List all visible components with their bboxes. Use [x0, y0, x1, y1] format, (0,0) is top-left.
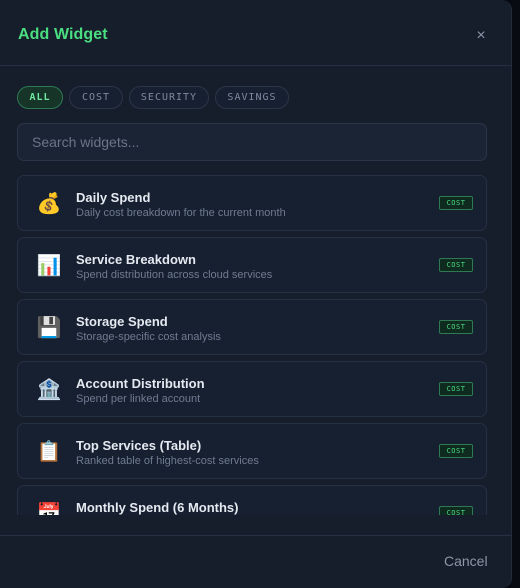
- widget-item-top-services[interactable]: 📋 Top Services (Table) Ranked table of h…: [17, 423, 487, 479]
- filter-chip-all[interactable]: ALL: [17, 86, 63, 109]
- widget-title: Monthly Spend (6 Months): [76, 500, 239, 515]
- cancel-button[interactable]: Cancel: [444, 553, 488, 569]
- clipboard-icon: 📋: [36, 441, 62, 463]
- widget-title: Service Breakdown: [76, 252, 196, 267]
- filter-chip-savings[interactable]: SAVINGS: [215, 86, 289, 109]
- calendar-icon: 📅: [36, 503, 62, 515]
- category-badge: COST: [439, 382, 473, 396]
- category-badge: COST: [439, 444, 473, 458]
- category-badge: COST: [439, 506, 473, 515]
- bank-icon: 🏦: [36, 379, 62, 401]
- dialog-header: Add Widget ×: [0, 0, 512, 66]
- floppy-disk-icon: 💾: [36, 317, 62, 339]
- money-bag-icon: 💰: [36, 193, 62, 215]
- dialog-footer: Cancel: [0, 535, 512, 588]
- widget-title: Daily Spend: [76, 190, 151, 205]
- widget-description: Ranked table of highest-cost services: [76, 455, 259, 467]
- widget-description: Spend distribution across cloud services: [76, 269, 273, 281]
- dialog-title: Add Widget: [18, 26, 108, 43]
- widget-title: Account Distribution: [76, 376, 205, 391]
- search-input[interactable]: [18, 124, 486, 160]
- bar-chart-icon: 📊: [36, 255, 62, 277]
- category-badge: COST: [439, 196, 473, 210]
- widget-item-account-distribution[interactable]: 🏦 Account Distribution Spend per linked …: [17, 361, 487, 417]
- filter-chip-cost[interactable]: COST: [69, 86, 123, 109]
- widget-item-storage-spend[interactable]: 💾 Storage Spend Storage-specific cost an…: [17, 299, 487, 355]
- widget-title: Top Services (Table): [76, 438, 202, 453]
- backdrop: [512, 0, 520, 588]
- search-box: [17, 123, 487, 161]
- widget-item-service-breakdown[interactable]: 📊 Service Breakdown Spend distribution a…: [17, 237, 487, 293]
- widget-title: Storage Spend: [76, 314, 168, 329]
- widget-description: Daily cost breakdown for the current mon…: [76, 207, 286, 219]
- widget-item-monthly-spend[interactable]: 📅 Monthly Spend (6 Months) COST: [17, 485, 487, 515]
- filter-chip-security[interactable]: SECURITY: [129, 86, 209, 109]
- widget-description: Spend per linked account: [76, 393, 201, 405]
- category-badge: COST: [439, 320, 473, 334]
- widget-description: Storage-specific cost analysis: [76, 331, 221, 343]
- add-widget-dialog: Add Widget × ALL COST SECURITY SAVINGS 💰…: [0, 0, 512, 588]
- category-badge: COST: [439, 258, 473, 272]
- close-icon[interactable]: ×: [472, 27, 490, 45]
- widget-list[interactable]: 💰 Daily Spend Daily cost breakdown for t…: [17, 175, 487, 515]
- widget-item-daily-spend[interactable]: 💰 Daily Spend Daily cost breakdown for t…: [17, 175, 487, 231]
